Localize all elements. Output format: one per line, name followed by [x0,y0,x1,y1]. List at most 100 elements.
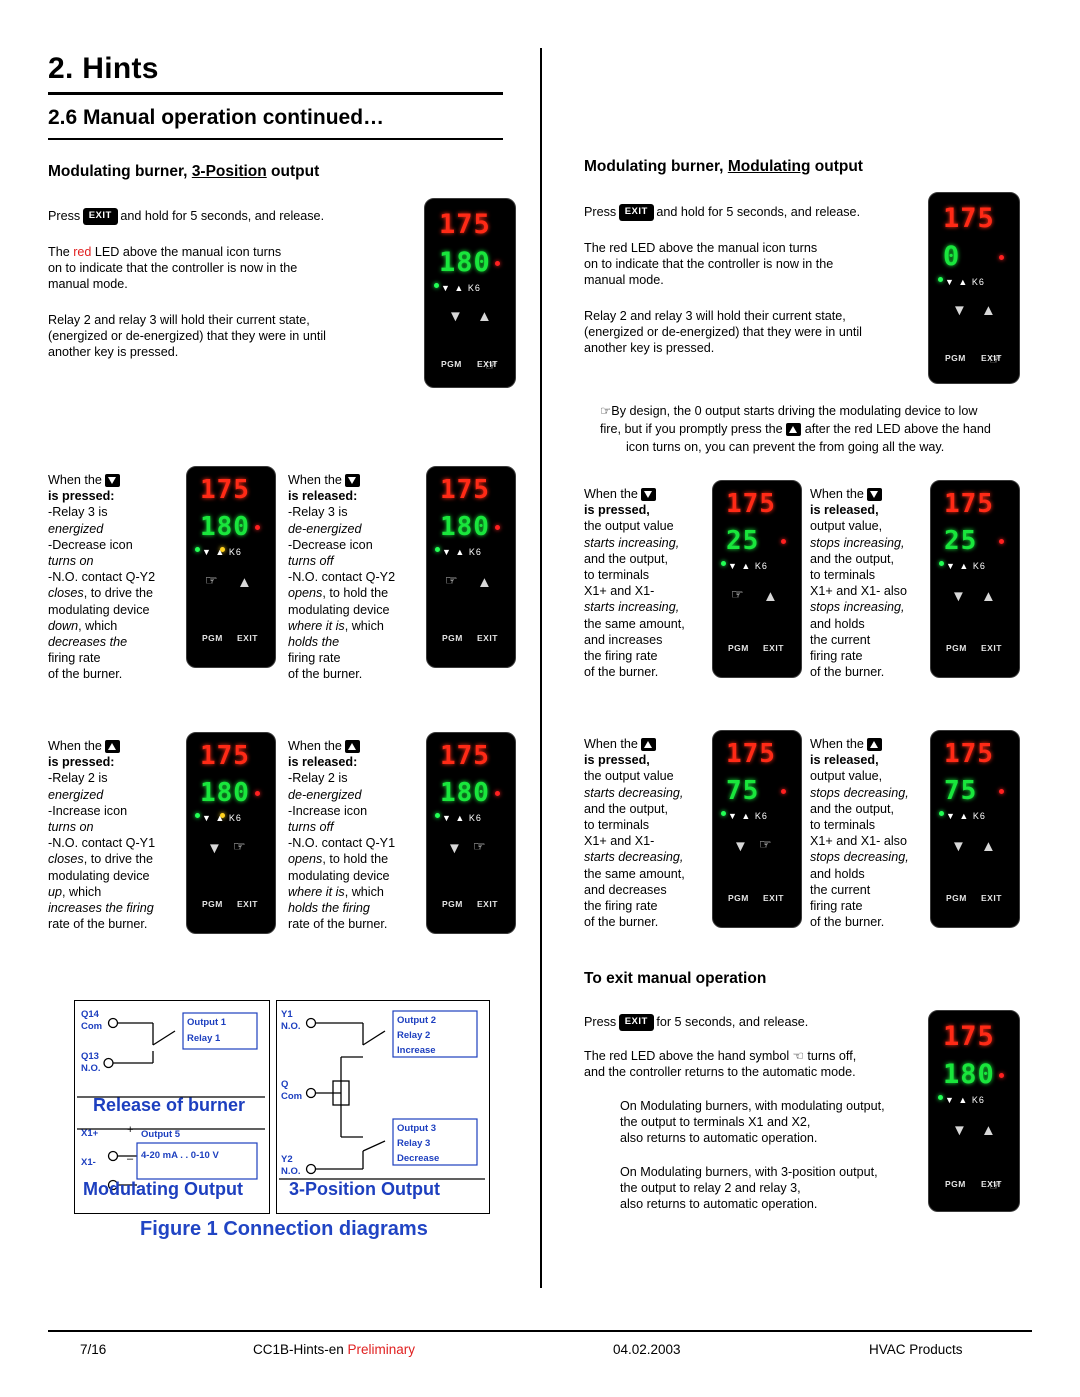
block-line: stops increasing, [810,535,905,550]
up-arrow-button[interactable]: ▲ [477,575,492,590]
pgm-button[interactable]: PGM [946,643,967,653]
block-line: energized [48,787,104,802]
status-led-red [255,525,260,530]
block-line: to terminals [584,818,650,833]
block-line: output value, [810,519,883,534]
label-relay3: Relay 3 [397,1138,431,1149]
pgm-button[interactable]: PGM [945,1179,966,1189]
modulating-output-title: Modulating Output [83,1179,243,1199]
left-para-2: The red LED above the manual icon turns … [48,245,298,292]
status-led-red [495,791,500,796]
block-line: -Relay 3 is [48,505,108,520]
title-rule [48,92,503,95]
block-line: decreases the [48,635,128,650]
exit-button[interactable]: EXIT [477,633,498,643]
hand-icon: ☞ [759,836,772,852]
three-position-output-title: 3-Position Output [289,1179,440,1199]
icon-row: ▼ ▲ K6 [202,813,242,823]
down-arrow-button[interactable]: ▼ [951,589,966,604]
pgm-button[interactable]: PGM [946,893,967,903]
status-led-green [721,811,726,816]
pgm-button[interactable]: PGM [202,899,223,909]
exit-button[interactable]: EXIT [763,643,784,653]
up-arrow-icon [345,740,361,754]
down-arrow-button[interactable]: ▼ [447,841,462,856]
down-arrow-button[interactable]: ▼ [448,309,463,324]
exit-button[interactable]: EXIT [981,643,1002,653]
exit-button[interactable]: EXIT [981,893,1002,903]
status-led-red [999,1073,1004,1078]
hand-icon: ☞ [989,351,1002,367]
pgm-button[interactable]: PGM [202,633,223,643]
block-line-mixed: where it is, which [288,618,384,633]
up-arrow-button[interactable]: ▲ [981,589,996,604]
block-line: holds the firing [288,901,370,916]
block-line: and decreases [584,882,667,897]
left-heading: Modulating burner, 3-Position output [48,163,319,181]
block-line: of the burner. [810,915,885,930]
pgm-button[interactable]: PGM [442,899,463,909]
section-rule [48,138,503,140]
label-relay2: Relay 2 [397,1030,431,1041]
status-led-green [938,277,943,282]
pgm-button[interactable]: PGM [441,359,462,369]
exit-button[interactable]: EXIT [237,633,258,643]
icon-row: ▼ ▲ K6 [442,547,482,557]
footer-date: 04.02.2003 [613,1342,681,1357]
block-line: increases the firing [48,901,154,916]
icon-row: ▼ ▲ K6 [945,1095,985,1105]
pgm-button[interactable]: PGM [945,353,966,363]
pgm-button[interactable]: PGM [728,893,749,903]
up-arrow-icon [867,738,883,752]
up-arrow-button[interactable]: ▲ [763,589,778,604]
release-of-burner-title: Release of burner [93,1095,246,1115]
down-arrow-icon [867,488,883,502]
pointing-hand-icon: ☞ [600,404,612,418]
block-up-pressed-text: When the is pressed: -Relay 2 is energize… [48,738,180,932]
up-arrow-button[interactable]: ▲ [981,303,996,318]
block-line: and the output, [584,801,669,816]
block-line: the output value [584,519,674,534]
controller-display-r1: 175 0 ▼ ▲ K6 ▼ ▲ PGM EXIT ☞ [928,192,1020,384]
status-led-green [195,813,200,818]
controller-display-5: 175 180 ▼ ▲ K6 ▼ ☞ PGM EXIT [426,732,516,934]
block-line-mixed: where it is, which [288,884,384,899]
up-arrow-button[interactable]: ▲ [477,309,492,324]
status-led-red [495,525,500,530]
down-arrow-button[interactable]: ▼ [733,839,748,854]
exit-button[interactable]: EXIT [477,899,498,909]
icon-row: ▼ ▲ K6 [441,283,481,293]
exit-button[interactable]: EXIT [237,899,258,909]
footer-page-number: 7/16 [80,1342,107,1357]
block-line: -N.O. contact Q-Y2 [288,570,396,585]
up-arrow-button[interactable]: ▲ [981,1123,996,1138]
block-line: modulating device [288,868,390,883]
exit-button[interactable]: EXIT [763,893,784,903]
block-r-up-released-text: When the is released, output value, stops… [810,736,932,930]
block-line: the current [810,882,871,897]
pgm-button[interactable]: PGM [728,643,749,653]
down-arrow-button[interactable]: ▼ [207,841,222,856]
block-line: modulating device [48,602,150,617]
exit-para-2: The red LED above the hand symbol ☜ turn… [584,1049,857,1080]
icon-row: ▼ ▲ K6 [442,813,482,823]
block-line: holds the [288,635,340,650]
label-relay1: Relay 1 [187,1033,221,1044]
up-arrow-button[interactable]: ▲ [237,575,252,590]
exit-section-heading: To exit manual operation [584,970,767,987]
block-line: -N.O. contact Q-Y2 [48,570,156,585]
block-line: rate of the burner. [48,917,148,932]
exit-key-icon: EXIT [83,209,117,225]
figure-caption: Figure 1 Connection diagrams [140,1218,428,1240]
pgm-button[interactable]: PGM [442,633,463,643]
up-arrow-button[interactable]: ▲ [981,839,996,854]
label-output3: Output 3 [397,1123,437,1134]
exit-para-1: Press EXIT for 5 seconds, and release. [584,1015,809,1031]
down-arrow-button[interactable]: ▼ [952,303,967,318]
hand-icon: ☞ [473,838,486,854]
down-arrow-button[interactable]: ▼ [952,1123,967,1138]
down-arrow-button[interactable]: ▼ [951,839,966,854]
block-line: and the output, [810,551,895,566]
block-line: X1+ and X1- [584,834,655,849]
block-line-mixed: closes, to drive the [48,586,154,601]
